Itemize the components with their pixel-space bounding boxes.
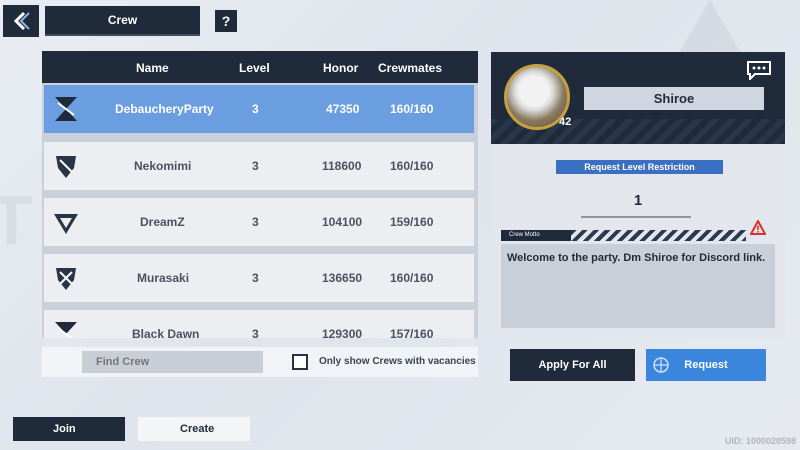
crew-name: Murasaki (137, 271, 190, 285)
crew-row[interactable]: DreamZ 3 104100 159/160 (44, 198, 474, 246)
column-honor: Honor (323, 61, 359, 75)
leader-level: 42 (559, 116, 572, 128)
crew-level: 3 (252, 215, 259, 229)
back-button[interactable] (3, 5, 39, 37)
column-name: Name (136, 61, 169, 75)
crew-row[interactable]: Nekomimi 3 118600 160/160 (44, 142, 474, 190)
crew-crewmates: 160/160 (390, 271, 434, 285)
request-level-value: 1 (633, 192, 643, 209)
column-crewmates: Crewmates (378, 61, 443, 75)
crew-name: Nekomimi (134, 159, 192, 173)
join-label: Join (53, 423, 76, 435)
create-label: Create (180, 423, 215, 435)
create-tab[interactable]: Create (138, 417, 250, 441)
crew-row[interactable]: Black Dawn 3 129300 157/160 (44, 310, 474, 338)
crew-list-header: Name Level Honor Crewmates (42, 51, 478, 83)
crew-honor: 129300 (322, 327, 363, 338)
crew-level: 3 (252, 327, 259, 338)
apply-for-all-button[interactable]: Apply For All (510, 349, 635, 381)
crew-emblem-icon (56, 268, 76, 290)
column-level: Level (239, 61, 270, 75)
chat-icon[interactable] (745, 60, 773, 80)
warning-icon (750, 220, 766, 235)
crew-crewmates: 159/160 (390, 215, 434, 229)
crew-list: Name Level Honor Crewmates DebaucheryPar… (42, 51, 478, 338)
request-level-label: Request Level Restriction (556, 160, 723, 174)
request-button-label: Request (684, 359, 728, 371)
join-tab[interactable]: Join (13, 417, 125, 441)
leader-name: Shiroe (584, 87, 764, 110)
crew-honor: 104100 (322, 215, 363, 229)
crew-name: DreamZ (140, 215, 185, 229)
search-input[interactable] (82, 351, 263, 373)
vacancies-checkbox[interactable] (292, 354, 308, 370)
crew-emblem-icon (56, 156, 76, 178)
crew-emblem-icon (55, 322, 77, 338)
crew-emblem-icon (55, 97, 77, 121)
crew-motto-label: Crew Motto (501, 230, 571, 241)
crosshair-icon (653, 357, 669, 373)
crew-name: Black Dawn (132, 327, 200, 338)
crew-row[interactable]: Murasaki 3 136650 160/160 (44, 254, 474, 302)
crew-motto-text: Welcome to the party. Dm Shiroe for Disc… (501, 244, 775, 328)
crew-honor: 136650 (322, 271, 363, 285)
crew-honor: 118600 (322, 159, 362, 173)
crew-level: 3 (252, 102, 259, 116)
crew-level: 3 (252, 159, 259, 173)
request-level-divider (581, 216, 691, 218)
leader-card: 42 Shiroe (491, 52, 785, 144)
request-button[interactable]: Request (646, 349, 766, 381)
crew-honor: 47350 (326, 102, 360, 116)
vacancies-label: Only show Crews with vacancies (319, 356, 476, 367)
help-button[interactable]: ? (215, 10, 237, 32)
crew-name: DebaucheryParty (115, 102, 214, 116)
chevron-left-icon (13, 11, 30, 31)
crew-row[interactable]: DebaucheryParty 3 47350 160/160 (44, 85, 474, 133)
decorative-stripes (571, 230, 746, 241)
page-title: Crew (45, 6, 200, 36)
crew-level: 3 (252, 271, 259, 285)
uid-label: UID: 1000020598 (724, 436, 796, 446)
crew-crewmates: 160/160 (390, 102, 434, 116)
crew-detail-panel: 42 Shiroe Request Level Restriction 1 Cr… (491, 52, 785, 337)
search-bar: Only show Crews with vacancies (42, 347, 478, 377)
crew-crewmates: 160/160 (390, 159, 434, 173)
crew-crewmates: 157/160 (390, 327, 434, 338)
crew-emblem-icon (54, 214, 78, 234)
